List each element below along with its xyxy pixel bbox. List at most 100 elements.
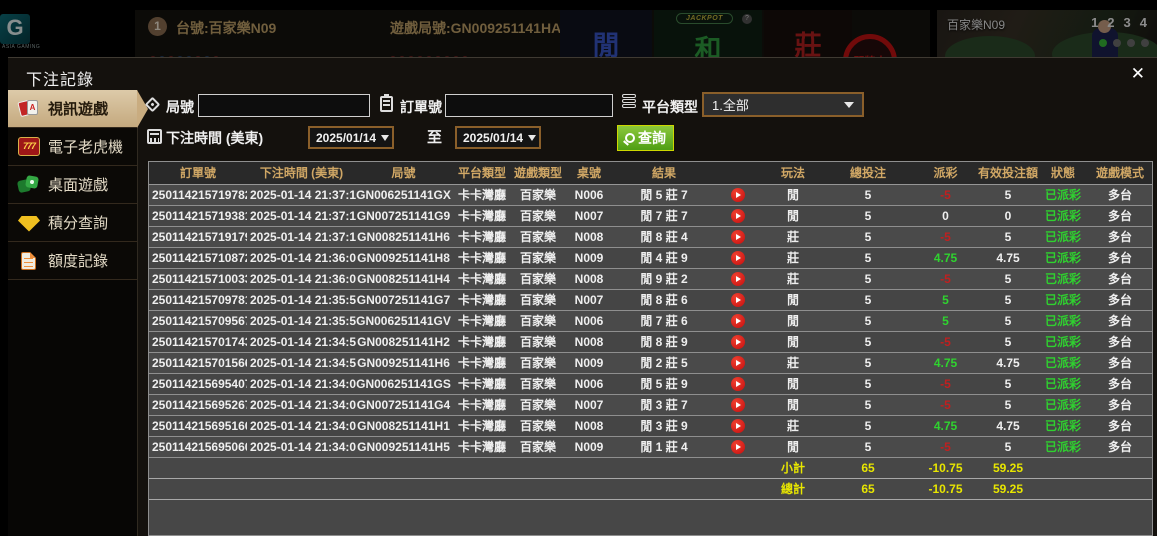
cell-mode: 多台 bbox=[1088, 268, 1152, 289]
subtotal-payout: -10.75 bbox=[913, 457, 978, 478]
date-from-value: 2025/01/14 bbox=[316, 131, 376, 145]
cell-replay bbox=[713, 373, 763, 394]
replay-button[interactable] bbox=[731, 335, 745, 349]
sidebar-item-points-inquiry[interactable]: 積分查詢 bbox=[8, 204, 137, 242]
replay-button[interactable] bbox=[731, 209, 745, 223]
subtotal-label: 小計 bbox=[763, 457, 823, 478]
replay-button[interactable] bbox=[731, 272, 745, 286]
cell-status: 已派彩 bbox=[1038, 268, 1088, 289]
table-row: 2501142156954072025-01-14 21:34:06GN0062… bbox=[149, 373, 1152, 394]
cell-order: 250114215701743 bbox=[149, 331, 247, 352]
close-icon[interactable]: ✕ bbox=[1131, 64, 1145, 84]
sidebar-item-label: 額度記錄 bbox=[48, 250, 108, 271]
replay-button[interactable] bbox=[731, 230, 745, 244]
cell-time: 2025-01-14 21:34:05 bbox=[247, 415, 356, 436]
round-number-input[interactable] bbox=[198, 94, 370, 117]
cell-round: GN009251141H6 bbox=[356, 352, 451, 373]
bet-table-body: 2501142157197822025-01-14 21:37:15GN0062… bbox=[149, 184, 1152, 499]
date-from-select[interactable]: 2025/01/14 bbox=[308, 126, 394, 149]
table-row: 2501142156952672025-01-14 21:34:05GN0072… bbox=[149, 394, 1152, 415]
cell-status: 已派彩 bbox=[1038, 289, 1088, 310]
cell-status: 已派彩 bbox=[1038, 310, 1088, 331]
replay-button[interactable] bbox=[731, 356, 745, 370]
cell-game: 百家樂 bbox=[513, 394, 563, 415]
sidebar-item-video-games[interactable]: A 視訊遊戲 bbox=[8, 90, 137, 128]
query-button[interactable]: 查詢 bbox=[617, 125, 674, 151]
cell-round: GN006251141GV bbox=[356, 310, 451, 331]
table-row: 2501142157100332025-01-14 21:36:00GN0082… bbox=[149, 268, 1152, 289]
replay-button[interactable] bbox=[731, 419, 745, 433]
col-valid-bet: 有效投注額 bbox=[978, 162, 1038, 184]
cell-game: 百家樂 bbox=[513, 289, 563, 310]
cell-play: 閒 bbox=[763, 394, 823, 415]
cell-play: 閒 bbox=[763, 205, 823, 226]
cell-valid_bet: 5 bbox=[978, 268, 1038, 289]
grand-total-label: 總計 bbox=[763, 478, 823, 499]
replay-button[interactable] bbox=[731, 398, 745, 412]
replay-button[interactable] bbox=[731, 314, 745, 328]
cell-replay bbox=[713, 184, 763, 205]
cell-round: GN008251141H1 bbox=[356, 415, 451, 436]
sidebar-item-quota-records[interactable]: 額度記錄 bbox=[8, 242, 137, 280]
platform-type-select[interactable]: 1.全部 bbox=[702, 92, 864, 117]
cell-order: 250114215710033 bbox=[149, 268, 247, 289]
bet-time-label: 下注時間 (美東) bbox=[166, 128, 263, 148]
col-bet-time: 下注時間 (美東) bbox=[247, 162, 356, 184]
query-button-label: 查詢 bbox=[638, 128, 666, 148]
replay-button[interactable] bbox=[731, 440, 745, 454]
sidebar-item-table-games[interactable]: 桌面遊戲 bbox=[8, 166, 137, 204]
cell-round: GN008251141H6 bbox=[356, 226, 451, 247]
cell-play: 莊 bbox=[763, 415, 823, 436]
cell-mode: 多台 bbox=[1088, 184, 1152, 205]
replay-button[interactable] bbox=[731, 377, 745, 391]
cell-game: 百家樂 bbox=[513, 373, 563, 394]
cell-payout: -5 bbox=[913, 331, 978, 352]
subtotal-row: 小計 65 -10.75 59.25 bbox=[149, 457, 1152, 478]
cell-valid_bet: 5 bbox=[978, 436, 1038, 457]
cell-result: 閒 1 莊 4 bbox=[615, 436, 713, 457]
cell-order: 250114215719179 bbox=[149, 226, 247, 247]
cell-round: GN007251141G4 bbox=[356, 394, 451, 415]
replay-button[interactable] bbox=[731, 188, 745, 202]
play-icon bbox=[736, 339, 741, 345]
cell-mode: 多台 bbox=[1088, 331, 1152, 352]
col-status: 狀態 bbox=[1038, 162, 1088, 184]
replay-button[interactable] bbox=[731, 293, 745, 307]
cell-total_bet: 5 bbox=[823, 205, 913, 226]
cell-replay bbox=[713, 226, 763, 247]
cell-round: GN006251141GX bbox=[356, 184, 451, 205]
sidebar-item-label: 視訊遊戲 bbox=[48, 98, 108, 119]
sidebar-item-label: 積分查詢 bbox=[48, 212, 108, 233]
cell-result: 閒 5 莊 9 bbox=[615, 373, 713, 394]
cell-payout: -5 bbox=[913, 436, 978, 457]
cell-status: 已派彩 bbox=[1038, 247, 1088, 268]
table-row: 2501142157108722025-01-14 21:36:06GN0092… bbox=[149, 247, 1152, 268]
cell-time: 2025-01-14 21:37:10 bbox=[247, 226, 356, 247]
sidebar-item-slots[interactable]: 777 電子老虎機 bbox=[8, 128, 137, 166]
cell-round: GN006251141GS bbox=[356, 373, 451, 394]
cell-payout: 4.75 bbox=[913, 352, 978, 373]
cell-mode: 多台 bbox=[1088, 205, 1152, 226]
cell-result: 閒 8 莊 6 bbox=[615, 289, 713, 310]
replay-button[interactable] bbox=[731, 251, 745, 265]
cell-play: 閒 bbox=[763, 436, 823, 457]
cell-result: 閒 2 莊 5 bbox=[615, 352, 713, 373]
cell-status: 已派彩 bbox=[1038, 373, 1088, 394]
cell-status: 已派彩 bbox=[1038, 394, 1088, 415]
clipboard-icon bbox=[380, 96, 393, 112]
cell-platform: 卡卡灣廳 bbox=[451, 415, 513, 436]
cell-status: 已派彩 bbox=[1038, 184, 1088, 205]
order-number-input[interactable] bbox=[445, 94, 613, 117]
subtotal-total-bet: 65 bbox=[823, 457, 913, 478]
cell-payout: -5 bbox=[913, 184, 978, 205]
col-platform: 平台類型 bbox=[451, 162, 513, 184]
table-row: 2501142156950602025-01-14 21:34:04GN0092… bbox=[149, 436, 1152, 457]
table-row: 2501142157095672025-01-14 21:35:55GN0062… bbox=[149, 310, 1152, 331]
col-game-mode: 遊戲模式 bbox=[1088, 162, 1152, 184]
cell-payout: -5 bbox=[913, 394, 978, 415]
cell-replay bbox=[713, 394, 763, 415]
bet-records-table: 訂單號 下注時間 (美東) 局號 平台類型 遊戲類型 桌號 結果 玩法 總投注 … bbox=[149, 162, 1152, 500]
date-to-select[interactable]: 2025/01/14 bbox=[455, 126, 541, 149]
cell-status: 已派彩 bbox=[1038, 226, 1088, 247]
cell-total_bet: 5 bbox=[823, 184, 913, 205]
